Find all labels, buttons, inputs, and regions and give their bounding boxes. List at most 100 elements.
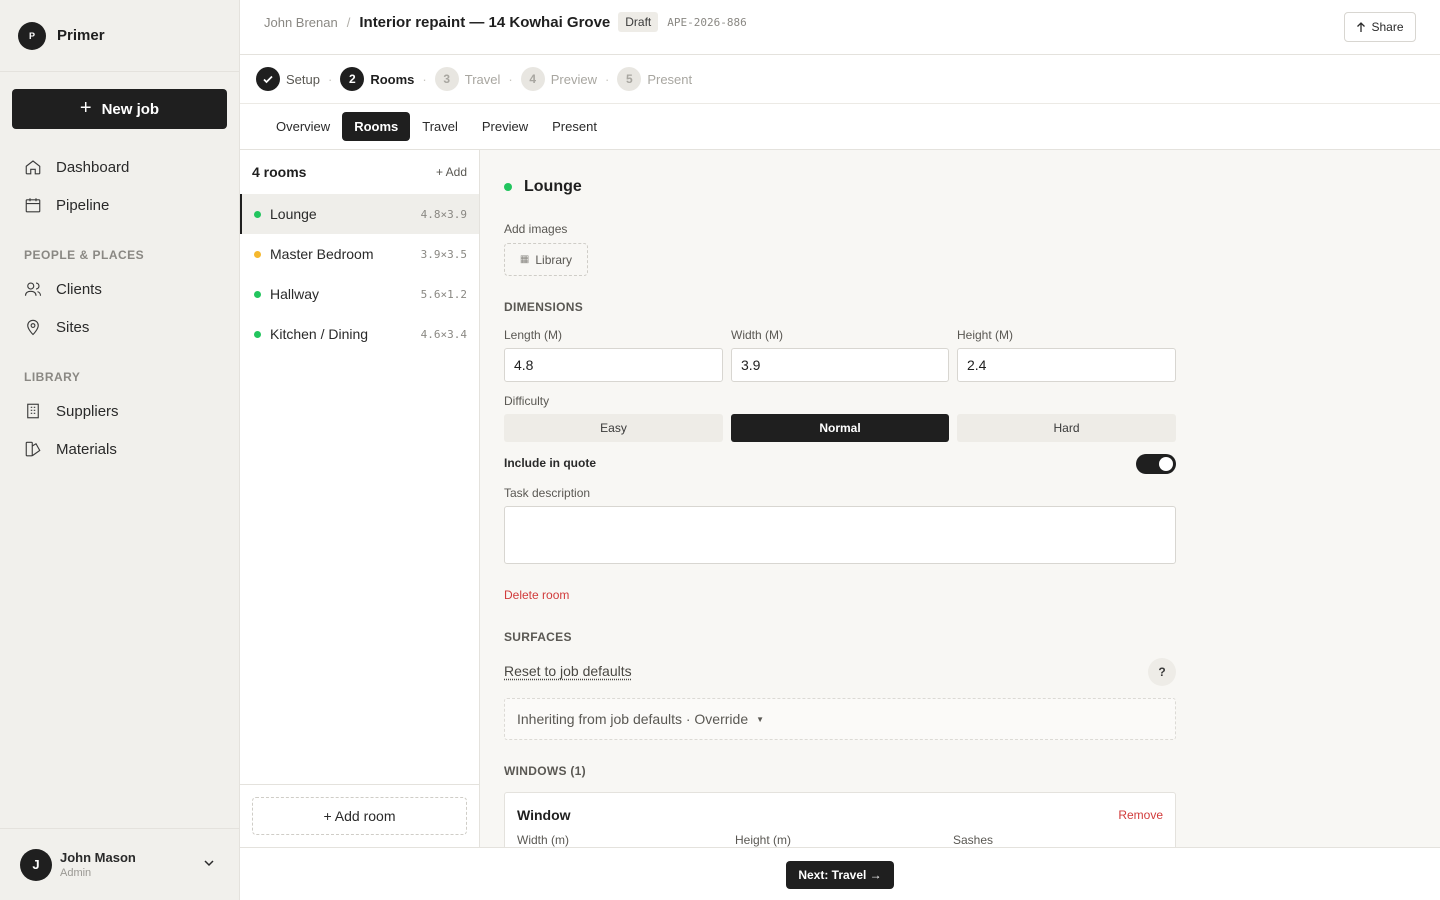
map-pin-icon (27, 319, 39, 336)
surfaces-heading: SURFACES (504, 630, 572, 644)
help-button[interactable]: ? (1148, 658, 1176, 686)
width-field[interactable]: 3.9 (731, 348, 949, 382)
brand-name: Primer (57, 27, 105, 44)
windows-heading: WINDOWS (1) (504, 764, 586, 778)
task-description-field[interactable] (504, 506, 1176, 564)
add-room-button[interactable]: + Add room (252, 797, 467, 835)
room-dimensions: 5.6×1.2 (420, 287, 467, 301)
tab-travel[interactable]: Travel (410, 112, 470, 141)
sidebar-item-label: Sites (56, 318, 90, 336)
step-present[interactable]: 5 Present (617, 67, 692, 91)
chevron-down-icon[interactable] (203, 857, 215, 869)
users-icon (24, 282, 42, 296)
room-dimensions: 4.6×3.4 (420, 327, 467, 341)
sidebar-item-label: Suppliers (56, 402, 119, 420)
status-dot (254, 210, 261, 218)
sidebar-item-label: Materials (56, 440, 117, 458)
step-rooms[interactable]: 2 Rooms (340, 67, 414, 91)
breadcrumb: John Brenan / Interior repaint — 14 Kowh… (264, 12, 747, 32)
step-number: 3 (434, 67, 459, 91)
room-list-panel: 4 rooms + Add Lounge 4.8×3.9 Master Bedr… (240, 150, 480, 847)
step-preview[interactable]: 4 Preview (520, 67, 597, 91)
include-in-quote-label: Include in quote (504, 456, 596, 470)
footer-bar: Next: Travel → (240, 847, 1440, 900)
delete-room-button[interactable]: Delete room (504, 588, 569, 602)
status-badge: Draft (618, 12, 659, 32)
section-heading-people: PEOPLE & PLACES (24, 248, 145, 262)
breadcrumb-client[interactable]: John Brenan (264, 15, 338, 30)
next-step-button[interactable]: Next: Travel → (786, 861, 894, 889)
divider (240, 784, 480, 785)
plus-icon: + (79, 96, 92, 119)
sidebar-item-clients[interactable]: Clients (24, 277, 102, 301)
step-travel[interactable]: 3 Travel (434, 67, 500, 91)
sidebar-item-label: Dashboard (56, 158, 130, 176)
new-job-label: New job (101, 100, 160, 118)
room-detail: Lounge Add images ▦ Library DIMENSIONS L… (480, 150, 1440, 847)
sidebar-item-pipeline[interactable]: Pipeline (24, 193, 109, 217)
room-dimensions: 4.8×3.9 (420, 207, 467, 221)
brand[interactable]: P Primer (0, 0, 239, 72)
status-dot (254, 250, 261, 258)
surfaces-override-dropdown[interactable]: Inheriting from job defaults · Override … (504, 698, 1176, 740)
step-setup[interactable]: Setup (256, 67, 320, 91)
difficulty-normal[interactable]: Normal (731, 414, 949, 442)
room-dimensions: 3.9×3.5 (420, 247, 467, 261)
sidebar-item-materials[interactable]: Materials (24, 437, 117, 461)
step-separator: · (327, 71, 333, 87)
add-room-link[interactable]: + Add (436, 165, 467, 179)
new-job-button[interactable]: + New job (12, 89, 227, 129)
room-list-item[interactable]: Kitchen / Dining 4.6×3.4 (240, 314, 479, 354)
caret-down-icon: ▼ (756, 715, 765, 724)
user-name: John Mason (60, 850, 136, 865)
room-title: Lounge (524, 178, 582, 195)
difficulty-label: Difficulty (504, 394, 550, 408)
avatar: J (20, 848, 52, 881)
room-list-item[interactable]: Lounge 4.8×3.9 (240, 194, 479, 234)
window-title: Window (517, 807, 571, 823)
user-menu[interactable]: J John Mason Admin (0, 828, 239, 900)
dimensions-heading: DIMENSIONS (504, 300, 584, 314)
sidebar-item-sites[interactable]: Sites (24, 315, 89, 339)
room-list-item[interactable]: Hallway 5.6×1.2 (240, 274, 479, 314)
add-images-label: Add images (504, 222, 568, 236)
tab-present[interactable]: Present (540, 112, 609, 141)
sidebar-item-label: Pipeline (56, 196, 110, 214)
height-field[interactable]: 2.4 (957, 348, 1176, 382)
sidebar-item-label: Clients (56, 280, 102, 298)
tab-preview[interactable]: Preview (470, 112, 540, 141)
difficulty-hard[interactable]: Hard (957, 414, 1176, 442)
share-button[interactable]: Share (1344, 12, 1416, 42)
remove-window-button[interactable]: Remove (1118, 808, 1163, 822)
swatch-icon (25, 441, 41, 457)
toggle-knob (1159, 457, 1173, 471)
include-in-quote-toggle[interactable] (1136, 454, 1176, 474)
room-list-item[interactable]: Master Bedroom 3.9×3.5 (240, 234, 479, 274)
sidebar-item-dashboard[interactable]: Dashboard (24, 155, 129, 179)
sidebar: P Primer + New job Dashboard Pipeline PE… (0, 0, 240, 900)
sidebar-item-suppliers[interactable]: Suppliers (24, 399, 119, 423)
width-label: Width (M) (731, 328, 783, 342)
step-number: 4 (520, 67, 545, 91)
room-name: Master Bedroom (270, 246, 374, 262)
tab-overview[interactable]: Overview (264, 112, 342, 141)
length-field[interactable]: 4.8 (504, 348, 723, 382)
breadcrumb-separator: / (346, 14, 351, 30)
tab-rooms[interactable]: Rooms (342, 112, 411, 141)
window-height-label: Height (m) (735, 833, 792, 847)
user-role: Admin (60, 867, 92, 879)
step-label: Setup (286, 71, 320, 87)
reset-to-defaults-link[interactable]: Reset to job defaults (504, 663, 632, 679)
difficulty-easy[interactable]: Easy (504, 414, 723, 442)
override-label: Inheriting from job defaults · Override (517, 711, 749, 727)
brand-logo: P (18, 21, 46, 50)
library-label: Library (535, 252, 573, 267)
tab-bar: Overview Rooms Travel Preview Present (240, 104, 1440, 150)
library-button[interactable]: ▦ Library (504, 243, 588, 276)
header: John Brenan / Interior repaint — 14 Kowh… (240, 0, 1440, 55)
section-heading-library: LIBRARY (24, 370, 81, 384)
room-name: Lounge (270, 206, 317, 222)
step-separator: · (422, 71, 427, 87)
height-label: Height (M) (957, 328, 1014, 342)
step-label: Rooms (370, 71, 415, 87)
